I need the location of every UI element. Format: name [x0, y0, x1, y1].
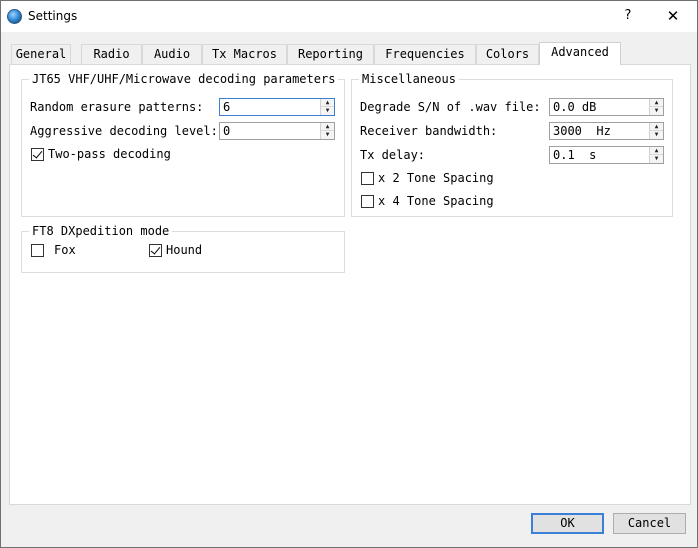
spin-arrows: ▲ ▼	[649, 123, 663, 139]
tab-audio[interactable]: Audio	[142, 44, 202, 64]
two-pass-label: Two-pass decoding	[48, 147, 171, 161]
degrade-value: 0.0 dB	[553, 100, 597, 114]
degrade-label: Degrade S/N of .wav file:	[360, 100, 541, 114]
jt65-group-title: JT65 VHF/UHF/Microwave decoding paramete…	[29, 72, 339, 86]
hound-checkbox[interactable]	[149, 244, 162, 257]
x4-tone-checkbox[interactable]	[361, 195, 374, 208]
fox-checkbox[interactable]	[31, 244, 44, 257]
x2-tone-checkbox[interactable]	[361, 172, 374, 185]
tab-label: General	[15, 47, 67, 61]
ok-button[interactable]: OK	[531, 513, 604, 534]
random-erasure-spinbox[interactable]: 6 ▲ ▼	[219, 98, 335, 116]
spin-arrows: ▲ ▼	[649, 99, 663, 115]
triangle-down-icon[interactable]: ▼	[321, 131, 334, 139]
tab-general[interactable]: General	[11, 44, 71, 64]
tab-label: Reporting	[297, 47, 364, 61]
triangle-up-icon[interactable]: ▲	[321, 123, 334, 131]
spin-arrows: ▲ ▼	[320, 99, 334, 115]
help-button[interactable]: ?	[613, 5, 643, 27]
cancel-button[interactable]: Cancel	[613, 513, 686, 534]
fox-label: Fox	[54, 243, 76, 257]
title-bar[interactable]: Settings ? ✕	[1, 1, 697, 32]
ft8-group-title: FT8 DXpedition mode	[29, 224, 173, 238]
bandwidth-value: 3000 Hz	[553, 124, 611, 138]
triangle-down-icon[interactable]: ▼	[650, 131, 663, 139]
misc-group: Miscellaneous Degrade S/N of .wav file: …	[351, 72, 673, 217]
triangle-up-icon[interactable]: ▲	[650, 99, 663, 107]
tab-frequencies[interactable]: Frequencies	[374, 44, 476, 64]
x4-tone-label: x 4 Tone Spacing	[378, 194, 494, 208]
random-erasure-label: Random erasure patterns:	[30, 100, 204, 114]
aggressive-spinbox[interactable]: 0 ▲ ▼	[219, 122, 335, 140]
tab-label: Frequencies	[385, 47, 465, 61]
spin-arrows: ▲ ▼	[320, 123, 334, 139]
triangle-up-icon[interactable]: ▲	[650, 147, 663, 155]
degrade-spinbox[interactable]: 0.0 dB ▲ ▼	[549, 98, 664, 116]
triangle-up-icon[interactable]: ▲	[650, 123, 663, 131]
tab-label: Audio	[153, 47, 191, 61]
settings-window: Settings ? ✕ General Radio Audio Tx Macr…	[0, 0, 698, 548]
tab-tx-macros[interactable]: Tx Macros	[202, 44, 287, 64]
x2-tone-label: x 2 Tone Spacing	[378, 171, 494, 185]
ft8-group: FT8 DXpedition mode Fox Hound	[21, 224, 345, 273]
hound-label: Hound	[166, 243, 203, 257]
triangle-down-icon[interactable]: ▼	[650, 155, 663, 163]
tab-reporting[interactable]: Reporting	[287, 44, 374, 64]
tab-label: Colors	[485, 47, 530, 61]
triangle-up-icon[interactable]: ▲	[321, 99, 334, 107]
globe-icon	[7, 9, 22, 24]
close-button[interactable]: ✕	[655, 5, 691, 27]
random-erasure-value: 6	[223, 100, 231, 114]
tab-label: Advanced	[551, 45, 609, 59]
spin-arrows: ▲ ▼	[649, 147, 663, 163]
jt65-group: JT65 VHF/UHF/Microwave decoding paramete…	[21, 72, 345, 217]
tab-radio[interactable]: Radio	[81, 44, 142, 64]
misc-group-title: Miscellaneous	[359, 72, 459, 86]
tx-delay-spinbox[interactable]: 0.1 s ▲ ▼	[549, 146, 664, 164]
tab-label: Tx Macros	[211, 47, 278, 61]
tab-label: Radio	[93, 47, 130, 61]
triangle-down-icon[interactable]: ▼	[650, 107, 663, 115]
bandwidth-label: Receiver bandwidth:	[360, 124, 498, 138]
advanced-panel: JT65 VHF/UHF/Microwave decoding paramete…	[9, 64, 691, 505]
tx-delay-label: Tx delay:	[360, 148, 426, 162]
tab-colors[interactable]: Colors	[476, 44, 539, 64]
tx-delay-value: 0.1 s	[553, 148, 597, 162]
tab-advanced[interactable]: Advanced	[539, 42, 621, 65]
aggressive-label: Aggressive decoding level:	[30, 124, 218, 138]
two-pass-checkbox[interactable]	[31, 148, 44, 161]
tab-bar: General Radio Audio Tx Macros Reporting …	[10, 42, 690, 65]
window-title: Settings	[28, 9, 78, 23]
aggressive-value: 0	[223, 124, 231, 138]
bandwidth-spinbox[interactable]: 3000 Hz ▲ ▼	[549, 122, 664, 140]
triangle-down-icon[interactable]: ▼	[321, 107, 334, 115]
